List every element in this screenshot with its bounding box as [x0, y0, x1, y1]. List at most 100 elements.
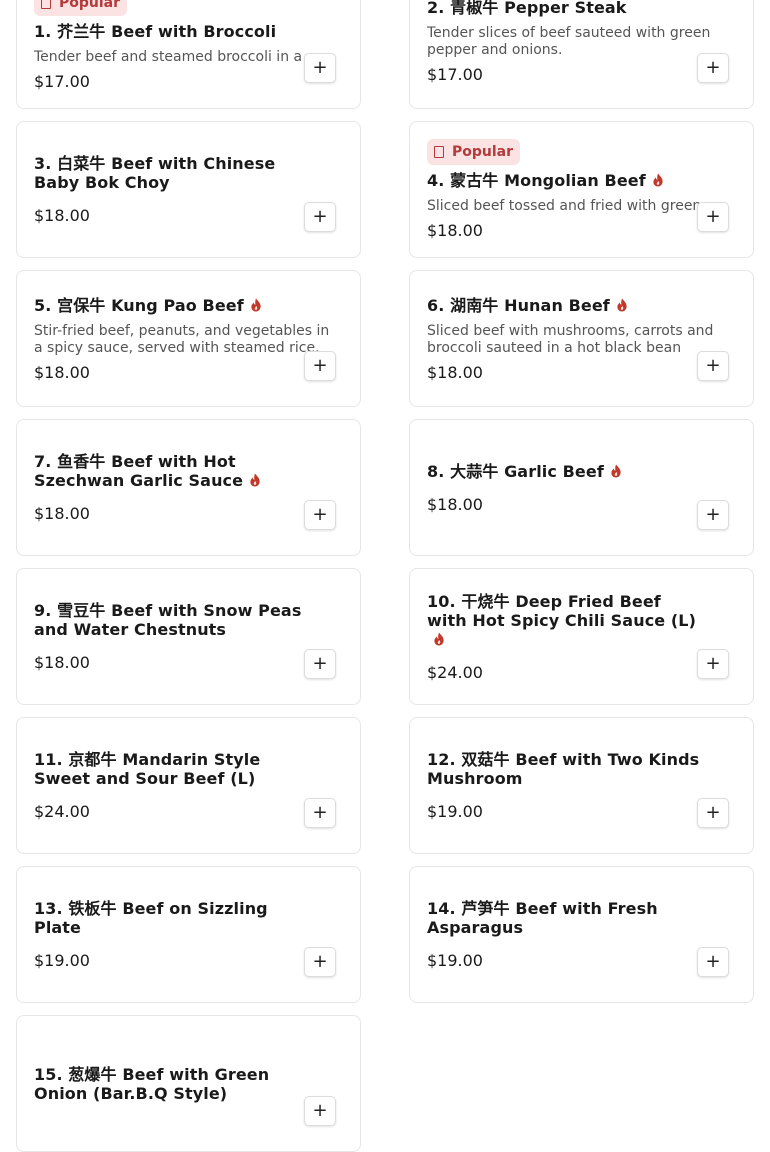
menu-item-card[interactable]: Popular 4. 蒙古牛 Mongolian Beef Sliced beef …	[409, 121, 754, 258]
menu-item-number: 8.	[427, 461, 445, 481]
menu-item-name: Mongolian Beef	[504, 171, 646, 190]
menu-item-card[interactable]: 5. 宫保牛 Kung Pao Beef Stir-fried beef, pea…	[16, 270, 361, 407]
menu-item-chinese-name: 青椒牛	[450, 0, 499, 17]
menu-item-price: $17.00	[34, 72, 90, 91]
menu-item-card[interactable]: 15. 葱爆牛 Beef with Green Onion (Bar.B.Q S…	[16, 1015, 361, 1152]
menu-item-price: $17.00	[427, 64, 483, 84]
add-to-cart-button[interactable]: +	[304, 798, 336, 828]
menu-item-number: 13.	[34, 899, 63, 918]
add-to-cart-button[interactable]: +	[304, 500, 336, 530]
menu-item-price: $24.00	[427, 662, 483, 682]
menu-item-card[interactable]: 9. 雪豆牛 Beef with Snow Peas and Water Che…	[16, 568, 361, 705]
spicy-chili-icon	[249, 472, 261, 487]
menu-item-title: 8. 大蒜牛 Garlic Beef	[427, 462, 736, 481]
menu-item-number: 3.	[34, 154, 52, 173]
menu-item-price: $19.00	[427, 802, 483, 821]
menu-item-content: 7. 鱼香牛 Beef with Hot Szechwan Garlic Sau…	[34, 420, 343, 555]
menu-item-number: 9.	[34, 601, 52, 620]
add-to-cart-button[interactable]: +	[304, 351, 336, 381]
menu-item-number: 10.	[427, 591, 456, 611]
menu-item-name: Hunan Beef	[504, 295, 610, 315]
menu-item-number: 5.	[34, 295, 52, 315]
add-to-cart-button[interactable]: +	[304, 53, 336, 83]
menu-item-title: 6. 湖南牛 Hunan Beef	[427, 296, 736, 315]
menu-item-title: 14. 芦笋牛 Beef with Fresh Asparagus	[427, 899, 736, 937]
add-to-cart-button[interactable]: +	[697, 500, 729, 530]
add-to-cart-button[interactable]: +	[304, 947, 336, 977]
menu-item-name: Kung Pao Beef	[111, 295, 244, 315]
menu-item-card[interactable]: 8. 大蒜牛 Garlic Beef $18.00 +	[409, 419, 754, 556]
menu-item-price: $19.00	[34, 951, 90, 970]
menu-item-content: 12. 双菇牛 Beef with Two Kinds Mushroom $19.…	[427, 718, 736, 853]
menu-item-number: 2.	[427, 0, 445, 17]
menu-item-content: 10. 干烧牛 Deep Fried Beef with Hot Spicy C…	[427, 569, 736, 704]
menu-item-chinese-name: 白菜牛	[57, 154, 106, 173]
menu-item-title: 9. 雪豆牛 Beef with Snow Peas and Water Che…	[34, 601, 343, 639]
add-to-cart-button[interactable]: +	[697, 202, 729, 232]
menu-item-card[interactable]: 10. 干烧牛 Deep Fried Beef with Hot Spicy C…	[409, 568, 754, 705]
menu-item-card[interactable]: 2. 青椒牛 Pepper Steak Tender slices of beef…	[409, 0, 754, 109]
menu-item-description: Sliced beef with mushrooms, carrots and …	[427, 322, 714, 356]
add-to-cart-button[interactable]: +	[304, 202, 336, 232]
menu-item-content: 13. 铁板牛 Beef on Sizzling Plate $19.00	[34, 867, 343, 1002]
add-to-cart-button[interactable]: +	[697, 649, 729, 679]
spicy-chili-icon	[610, 463, 622, 477]
spicy-chili-icon	[433, 631, 445, 645]
menu-item-price: $24.00	[34, 802, 90, 821]
menu-item-card[interactable]: Popular 1. 芥兰牛 Beef with Broccoli Tender b…	[16, 0, 361, 109]
spicy-chili-icon	[652, 172, 664, 187]
menu-item-card[interactable]: 13. 铁板牛 Beef on Sizzling Plate $19.00 +	[16, 866, 361, 1003]
menu-item-content: 15. 葱爆牛 Beef with Green Onion (Bar.B.Q S…	[34, 1016, 343, 1151]
menu-item-content: 2. 青椒牛 Pepper Steak Tender slices of beef…	[427, 0, 736, 108]
add-to-cart-button[interactable]: +	[697, 947, 729, 977]
popular-badge: Popular	[34, 0, 128, 16]
menu-item-chinese-name: 雪豆牛	[57, 601, 106, 620]
menu-item-name: Beef with Broccoli	[111, 22, 277, 41]
menu-item-content: 11. 京都牛 Mandarin Style Sweet and Sour Be…	[34, 718, 343, 853]
menu-item-title: 15. 葱爆牛 Beef with Green Onion (Bar.B.Q S…	[34, 1065, 343, 1103]
menu-item-content: 9. 雪豆牛 Beef with Snow Peas and Water Che…	[34, 569, 343, 704]
menu-item-number: 4.	[427, 171, 445, 190]
menu-item-card[interactable]: 12. 双菇牛 Beef with Two Kinds Mushroom $19.…	[409, 717, 754, 854]
menu-item-price: $18.00	[427, 362, 483, 382]
menu-item-number: 6.	[427, 295, 445, 315]
menu-item-content: Popular 4. 蒙古牛 Mongolian Beef Sliced beef …	[427, 122, 736, 257]
menu-item-name: Garlic Beef	[504, 461, 604, 481]
menu-item-price: $18.00	[34, 653, 90, 672]
menu-item-chinese-name: 鱼香牛	[57, 452, 106, 471]
menu-item-price: $18.00	[34, 206, 90, 225]
menu-item-chinese-name: 蒙古牛	[450, 171, 499, 190]
add-to-cart-button[interactable]: +	[304, 1096, 336, 1126]
menu-item-card[interactable]: 7. 鱼香牛 Beef with Hot Szechwan Garlic Sau…	[16, 419, 361, 556]
menu-item-chinese-name: 湖南牛	[450, 295, 499, 315]
menu-item-price: $18.00	[34, 362, 90, 382]
menu-item-title: 3. 白菜牛 Beef with Chinese Baby Bok Choy	[34, 154, 343, 192]
menu-item-description: Stir-fried beef, peanuts, and vegetables…	[34, 322, 330, 356]
menu-item-number: 14.	[427, 899, 456, 918]
menu-item-chinese-name: 宫保牛	[57, 295, 106, 315]
add-to-cart-button[interactable]: +	[697, 351, 729, 381]
add-to-cart-button[interactable]: +	[697, 53, 729, 83]
menu-item-chinese-name: 芦笋牛	[461, 899, 510, 918]
popular-icon	[434, 146, 444, 158]
menu-item-title: 5. 宫保牛 Kung Pao Beef	[34, 296, 343, 315]
menu-item-card[interactable]: 6. 湖南牛 Hunan Beef Sliced beef with mushro…	[409, 270, 754, 407]
menu-item-card[interactable]: 11. 京都牛 Mandarin Style Sweet and Sour Be…	[16, 717, 361, 854]
add-to-cart-button[interactable]: +	[304, 649, 336, 679]
menu-item-number: 7.	[34, 452, 52, 471]
menu-item-title: 11. 京都牛 Mandarin Style Sweet and Sour Be…	[34, 750, 343, 788]
menu-item-price: $18.00	[34, 504, 90, 523]
menu-item-description: Tender beef and steamed broccoli in a	[34, 49, 303, 65]
menu-item-chinese-name: 京都牛	[68, 750, 117, 769]
menu-item-chinese-name: 芥兰牛	[57, 22, 106, 41]
menu-item-description: Tender slices of beef sauteed with green…	[427, 24, 711, 58]
spicy-chili-icon	[250, 297, 262, 311]
popular-badge-label: Popular	[452, 144, 514, 160]
menu-item-card[interactable]: 3. 白菜牛 Beef with Chinese Baby Bok Choy $1…	[16, 121, 361, 258]
add-to-cart-button[interactable]: +	[697, 798, 729, 828]
menu-item-title: 1. 芥兰牛 Beef with Broccoli	[34, 22, 343, 41]
menu-item-name: Pepper Steak	[504, 0, 627, 17]
menu-item-title: 12. 双菇牛 Beef with Two Kinds Mushroom	[427, 750, 736, 788]
menu-item-card[interactable]: 14. 芦笋牛 Beef with Fresh Asparagus $19.00 +	[409, 866, 754, 1003]
menu-item-title: 2. 青椒牛 Pepper Steak	[427, 0, 736, 17]
